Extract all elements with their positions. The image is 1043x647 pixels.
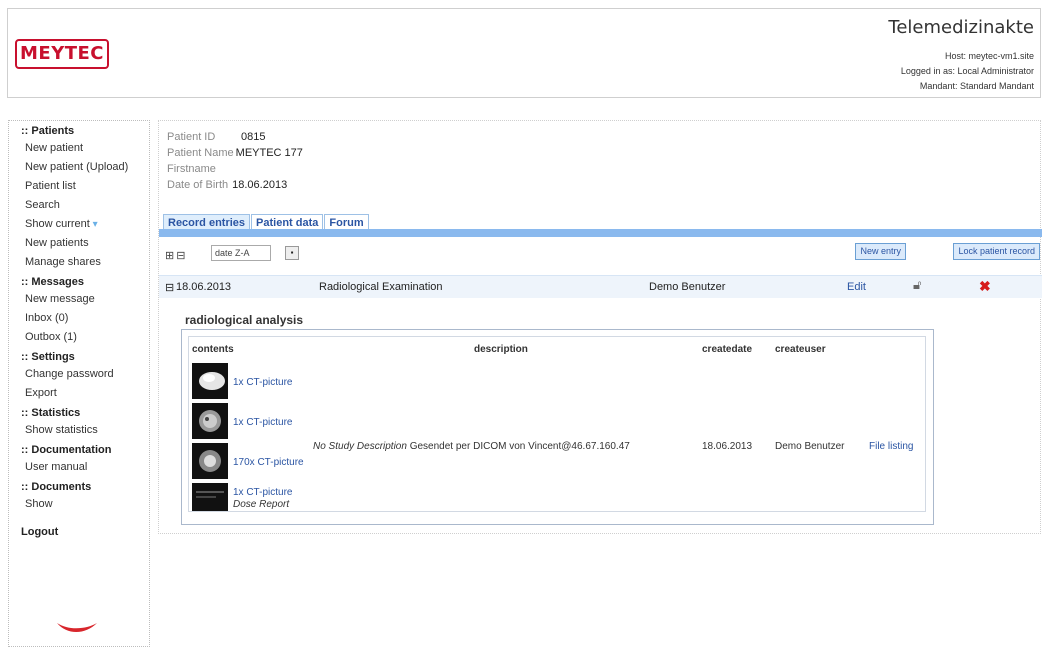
radiological-analysis-table: contents description createdate createus… <box>188 336 926 512</box>
expand-collapse-all-icon[interactable]: ⊞⊟ <box>165 249 187 262</box>
description-cell: No Study Description Gesendet per DICOM … <box>313 441 630 452</box>
dob-value: 18.06.2013 <box>232 179 288 191</box>
nav-group-statistics: :: Statistics Show statistics <box>21 407 149 440</box>
sidebar: :: Patients New patient New patient (Upl… <box>8 120 150 647</box>
nav-item-new-patients[interactable]: New patients <box>25 234 149 253</box>
meytec-logo: MEYTEC <box>13 37 111 73</box>
patient-name-value: MEYTEC 177 <box>235 147 303 159</box>
record-entry-row: ⊟ 18.06.2013 Radiological Examination De… <box>159 275 1042 298</box>
nav-group-documentation: :: Documentation User manual <box>21 444 149 477</box>
patient-id-label: Patient ID <box>167 131 216 143</box>
ct-thumbnail[interactable] <box>192 363 228 399</box>
delete-entry-icon[interactable]: ✖ <box>979 278 991 295</box>
nav-item-new-patient-upload[interactable]: New patient (Upload) <box>25 158 149 177</box>
ct-picture-link[interactable]: 1x CT-picture <box>233 377 292 388</box>
nav-item-patient-list[interactable]: Patient list <box>25 177 149 196</box>
host-info: Host: meytec-vm1.site <box>944 51 1034 61</box>
nav-item-show-current[interactable]: Show current <box>25 215 149 234</box>
nav-item-new-patient[interactable]: New patient <box>25 139 149 158</box>
nav-item-show-statistics[interactable]: Show statistics <box>25 421 149 440</box>
dose-report-image-icon <box>196 491 224 498</box>
nav-heading-patients: :: Patients <box>21 125 75 137</box>
logo-text: MEYTEC <box>15 39 109 69</box>
page-header: MEYTEC Telemedizinakte Host: meytec-vm1.… <box>7 8 1041 98</box>
logout-link[interactable]: Logout <box>21 526 149 538</box>
nav-group-messages: :: Messages New message Inbox (0) Outbox… <box>21 276 149 347</box>
tab-bar-underline <box>159 229 1042 237</box>
tab-strip: Record entries Patient data Forum <box>163 209 370 231</box>
nav-heading-documentation: :: Documentation <box>21 444 112 456</box>
entry-user: Demo Benutzer <box>649 281 726 293</box>
sort-select[interactable]: date Z-A <box>211 245 271 261</box>
patient-id-value: 0815 <box>241 131 266 143</box>
edit-entry-link[interactable]: Edit <box>847 281 866 293</box>
nav-item-manage-shares[interactable]: Manage shares <box>25 253 149 272</box>
createdate-cell: 18.06.2013 <box>702 441 753 452</box>
ct-slice-image-icon <box>199 450 221 472</box>
lock-patient-record-button[interactable]: Lock patient record <box>953 243 1040 260</box>
col-description: description <box>474 344 528 355</box>
nav-item-outbox[interactable]: Outbox (1) <box>25 328 149 347</box>
nav-heading-documents: :: Documents <box>21 481 92 493</box>
patient-name-label: Patient Name <box>167 147 234 159</box>
ct-thumbnail[interactable] <box>192 443 228 479</box>
nav-heading-settings: :: Settings <box>21 351 75 363</box>
ct-picture-link[interactable]: 170x CT-picture <box>233 457 304 468</box>
main-panel: Patient ID 0815 Patient Name MEYTEC 177 Fi… <box>158 120 1042 534</box>
nav-heading-statistics: :: Statistics <box>21 407 81 419</box>
dose-report-label: Dose Report <box>233 499 290 510</box>
app-title: Telemedizinakte <box>888 17 1034 38</box>
logged-in-info: Logged in as: Local Administrator <box>900 66 1034 76</box>
unlock-icon[interactable]: 🔓︎ <box>913 277 921 293</box>
new-entry-button[interactable]: New entry <box>855 243 906 260</box>
radiological-analysis-box: contents description createdate createus… <box>181 329 934 525</box>
mandant-info: Mandant: Standard Mandant <box>919 81 1034 91</box>
nav-item-change-password[interactable]: Change password <box>25 365 149 384</box>
nav-group-patients: :: Patients New patient New patient (Upl… <box>21 125 149 272</box>
sort-apply-button[interactable]: ▪ <box>285 246 299 260</box>
ct-thumbnail[interactable] <box>192 403 228 439</box>
nav-item-export[interactable]: Export <box>25 384 149 403</box>
col-createdate: createdate <box>702 344 753 355</box>
nav-item-user-manual[interactable]: User manual <box>25 458 149 477</box>
patient-name-row: Patient Name MEYTEC 177 <box>167 145 303 161</box>
nav-group-documents: :: Documents Show <box>21 481 149 514</box>
brand-swoosh-icon <box>57 623 97 632</box>
file-listing-link[interactable]: File listing <box>869 441 913 452</box>
nav-item-inbox[interactable]: Inbox (0) <box>25 309 149 328</box>
description-italic: No Study Description <box>313 441 407 452</box>
nav-item-search[interactable]: Search <box>25 196 149 215</box>
ct-scout-image-icon <box>199 372 225 390</box>
col-createuser: createuser <box>775 344 826 355</box>
dob-label: Date of Birth <box>167 179 229 191</box>
firstname-row: Firstname <box>167 161 303 177</box>
record-toolbar: ⊞⊟ date Z-A ▪ New entry Lock patient rec… <box>159 241 1042 267</box>
dose-report-thumbnail[interactable] <box>192 483 228 511</box>
ct-picture-link[interactable]: 1x CT-picture <box>233 417 292 428</box>
nav-group-settings: :: Settings Change password Export <box>21 351 149 403</box>
description-text: Gesendet per DICOM von Vincent@46.67.160… <box>409 441 630 452</box>
col-contents: contents <box>192 344 234 355</box>
ct-slice-image-icon <box>199 410 221 432</box>
radiological-analysis-title: radiological analysis <box>185 313 304 327</box>
entry-type: Radiological Examination <box>319 281 443 293</box>
nav-item-new-message[interactable]: New message <box>25 290 149 309</box>
ct-picture-link[interactable]: 1x CT-picture <box>233 487 292 498</box>
firstname-label: Firstname <box>167 163 216 175</box>
patient-id-row: Patient ID 0815 <box>167 129 303 145</box>
entry-date: 18.06.2013 <box>176 281 232 293</box>
dob-row: Date of Birth 18.06.2013 <box>167 177 303 193</box>
nav-heading-messages: :: Messages <box>21 276 84 288</box>
nav-item-show-documents[interactable]: Show <box>25 495 149 514</box>
createuser-cell: Demo Benutzer <box>775 441 845 452</box>
collapse-entry-icon[interactable]: ⊟ <box>165 281 174 294</box>
patient-info: Patient ID 0815 Patient Name MEYTEC 177 Fi… <box>167 129 303 193</box>
